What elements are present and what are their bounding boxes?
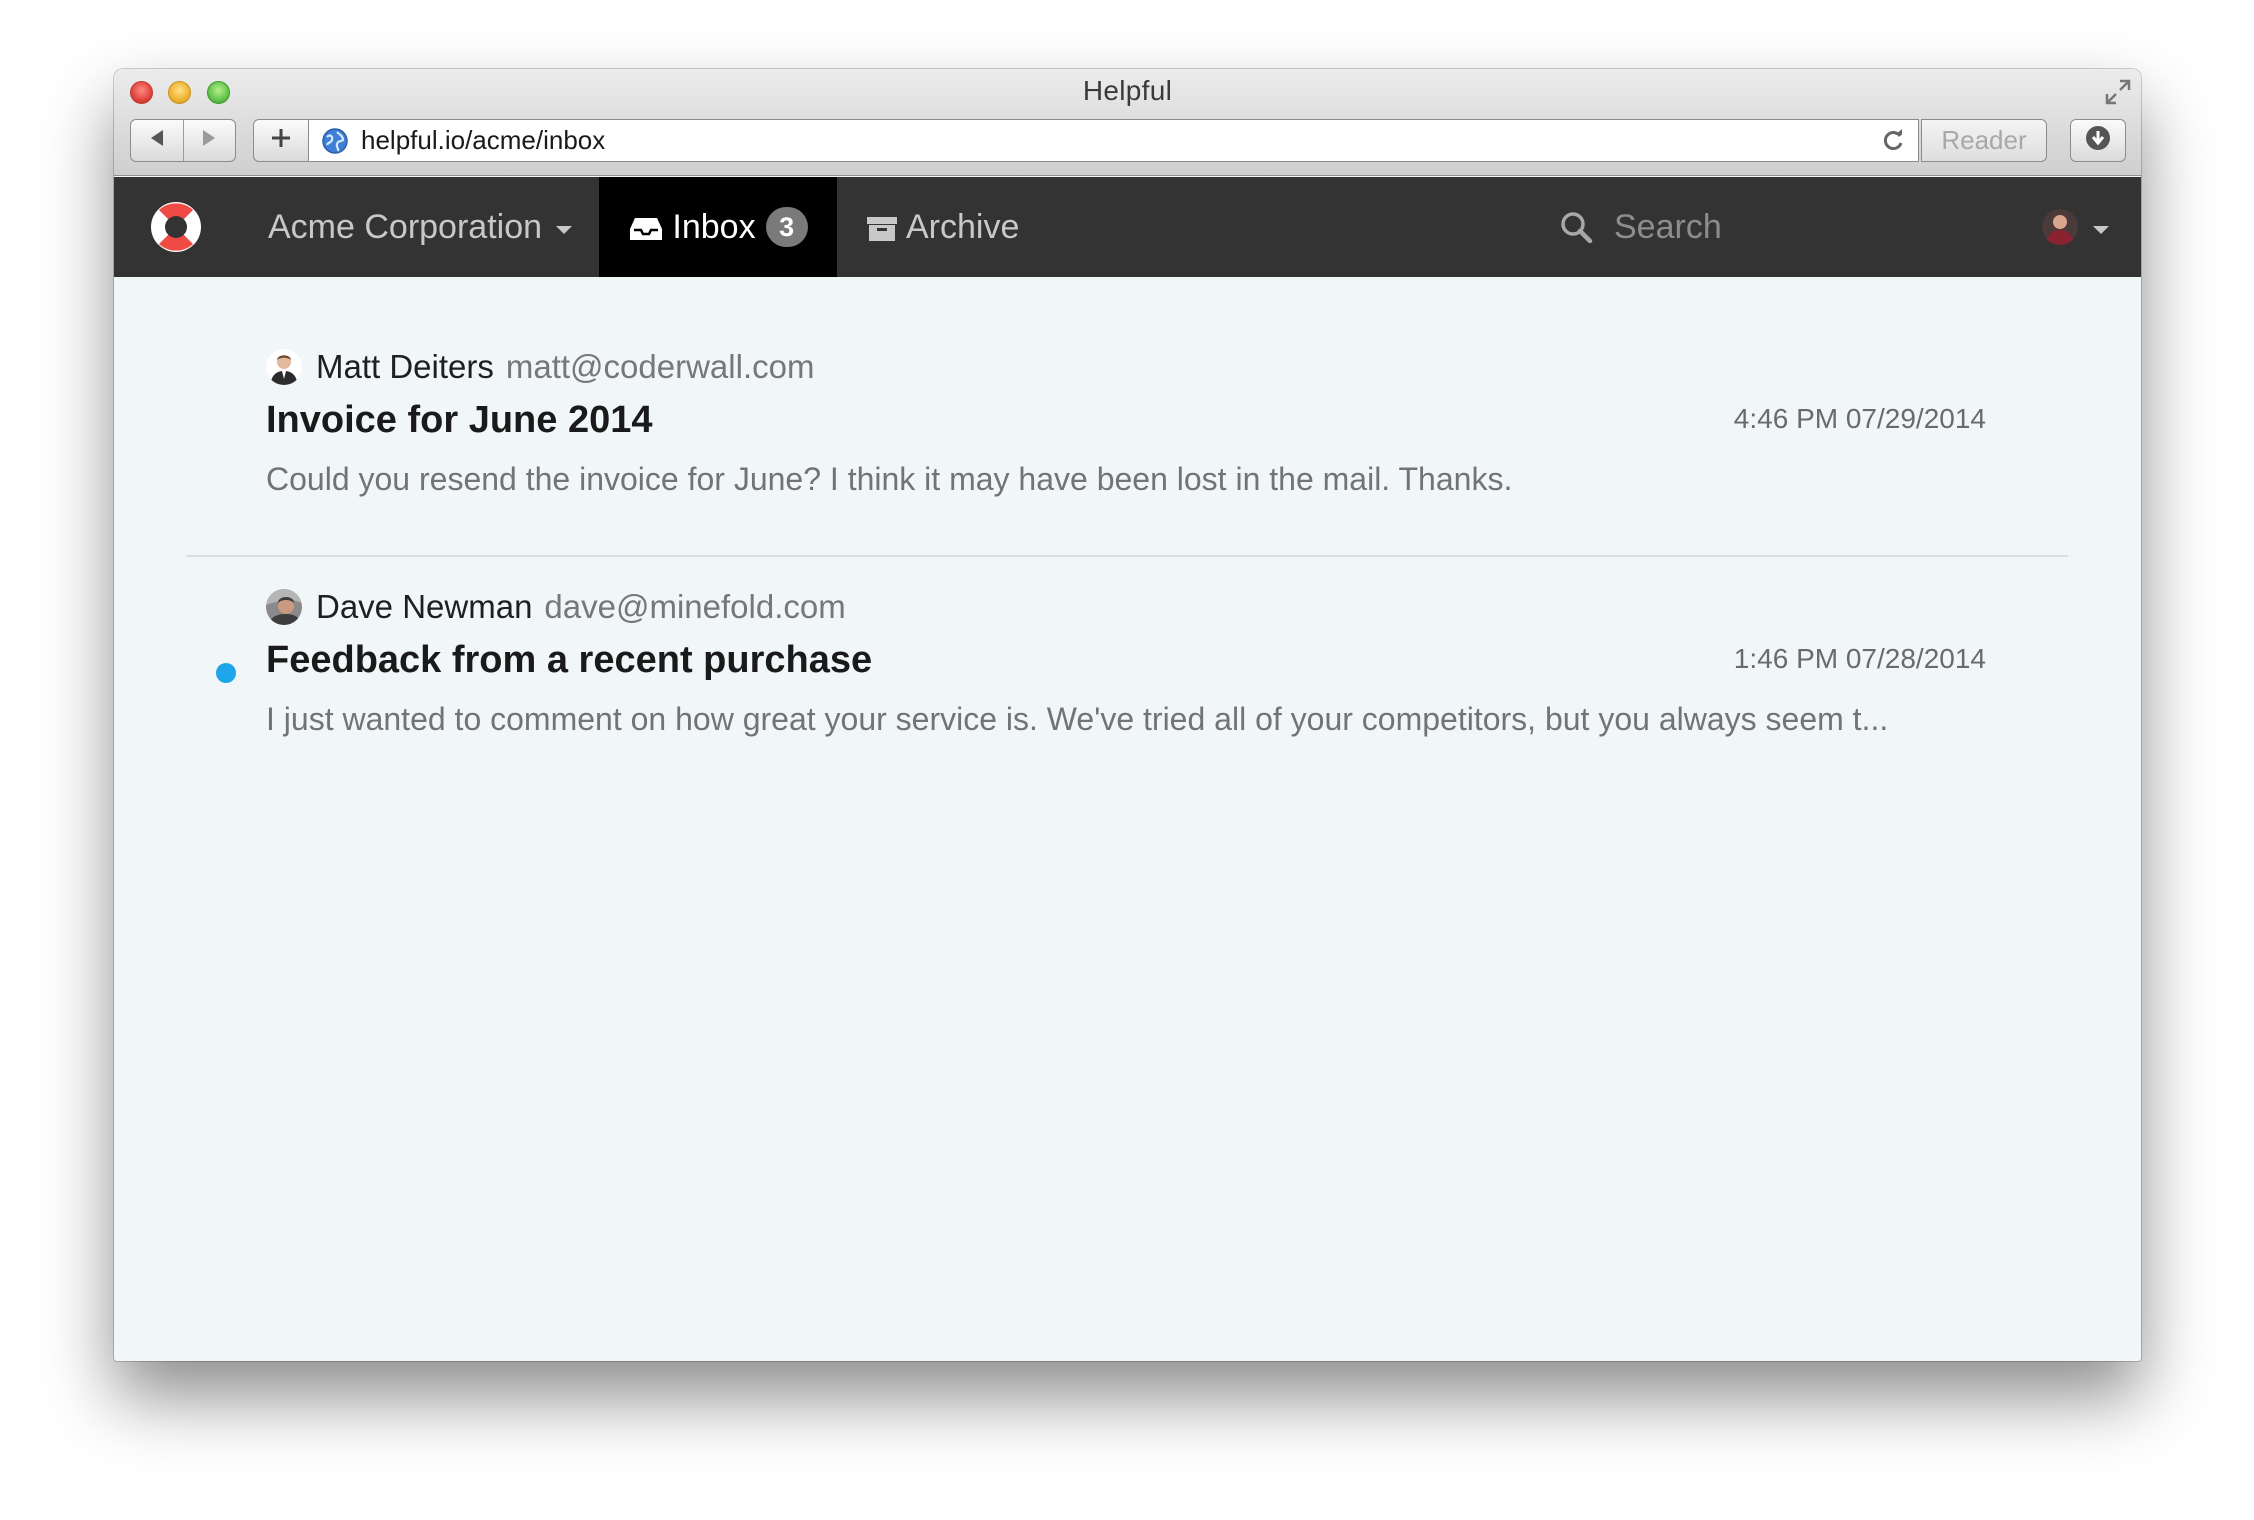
- tab-archive-label: Archive: [906, 207, 1020, 246]
- plus-icon: [270, 127, 292, 154]
- chevron-down-icon: [2093, 226, 2109, 234]
- app-navbar: Acme Corporation Inbox 3 Archive: [114, 177, 2141, 277]
- user-avatar: [2041, 208, 2079, 246]
- tab-inbox-label: Inbox: [672, 207, 756, 246]
- avatar: [266, 589, 302, 625]
- new-tab-button[interactable]: [253, 119, 309, 162]
- address-bar[interactable]: helpful.io/acme/inbox: [309, 119, 1919, 162]
- sender-email: dave@minefold.com: [544, 588, 846, 625]
- chevron-down-icon: [556, 226, 573, 234]
- avatar: [266, 349, 302, 385]
- search-box: [1558, 177, 1914, 277]
- forward-arrow-icon: [200, 128, 218, 153]
- sender-name: Dave Newman: [316, 588, 533, 625]
- url-text: helpful.io/acme/inbox: [361, 125, 606, 155]
- reload-icon[interactable]: [1880, 128, 1906, 154]
- inbox-icon: [628, 213, 664, 241]
- tab-inbox[interactable]: Inbox 3: [599, 177, 837, 277]
- conversation-timestamp: 4:46 PM 07/29/2014: [1733, 403, 1986, 434]
- archive-icon: [866, 213, 898, 241]
- sender-email: matt@coderwall.com: [505, 348, 815, 385]
- globe-icon: [321, 127, 349, 155]
- forward-button[interactable]: [182, 120, 236, 161]
- sender-line: Matt Deiters matt@coderwall.com: [266, 347, 814, 387]
- conversation-timestamp: 1:46 PM 07/28/2014: [1733, 643, 1986, 674]
- reader-button[interactable]: Reader: [1921, 119, 2047, 162]
- search-input[interactable]: [1614, 202, 1914, 252]
- window-title: Helpful: [1082, 75, 1173, 106]
- fullscreen-icon[interactable]: [2103, 77, 2133, 107]
- back-arrow-icon: [148, 128, 166, 153]
- downloads-button[interactable]: [2070, 119, 2126, 162]
- conversation-preview: Could you resend the invoice for June? I…: [266, 461, 1513, 497]
- history-nav: [130, 119, 236, 162]
- organization-name: Acme Corporation: [268, 207, 543, 246]
- inbox-list: Matt Deiters matt@coderwall.com Invoice …: [114, 277, 2141, 1361]
- tab-archive[interactable]: Archive: [866, 177, 1019, 277]
- sender-name: Matt Deiters: [316, 348, 494, 385]
- back-button[interactable]: [131, 120, 183, 161]
- conversation-subject: Feedback from a recent purchase: [266, 639, 873, 681]
- conversation-preview: I just wanted to comment on how great yo…: [266, 701, 1889, 737]
- conversation-item[interactable]: Matt Deiters matt@coderwall.com Invoice …: [186, 347, 2068, 557]
- conversation-subject: Invoice for June 2014: [266, 399, 653, 441]
- conversation-item[interactable]: Dave Newman dave@minefold.com Feedback f…: [186, 587, 2068, 797]
- download-icon: [2084, 124, 2112, 157]
- search-icon: [1558, 209, 1594, 245]
- sender-line: Dave Newman dave@minefold.com: [266, 587, 846, 627]
- user-menu[interactable]: [2041, 177, 2109, 277]
- browser-window: Helpful helpful.io/acme/inbox Reader Acm…: [114, 69, 2141, 1361]
- organization-dropdown[interactable]: Acme Corporation: [268, 177, 573, 277]
- unread-indicator: [216, 663, 236, 683]
- lifebuoy-logo-icon[interactable]: [148, 199, 204, 255]
- unread-count-badge: 3: [765, 207, 808, 247]
- browser-toolbar: Helpful helpful.io/acme/inbox Reader: [114, 69, 2141, 176]
